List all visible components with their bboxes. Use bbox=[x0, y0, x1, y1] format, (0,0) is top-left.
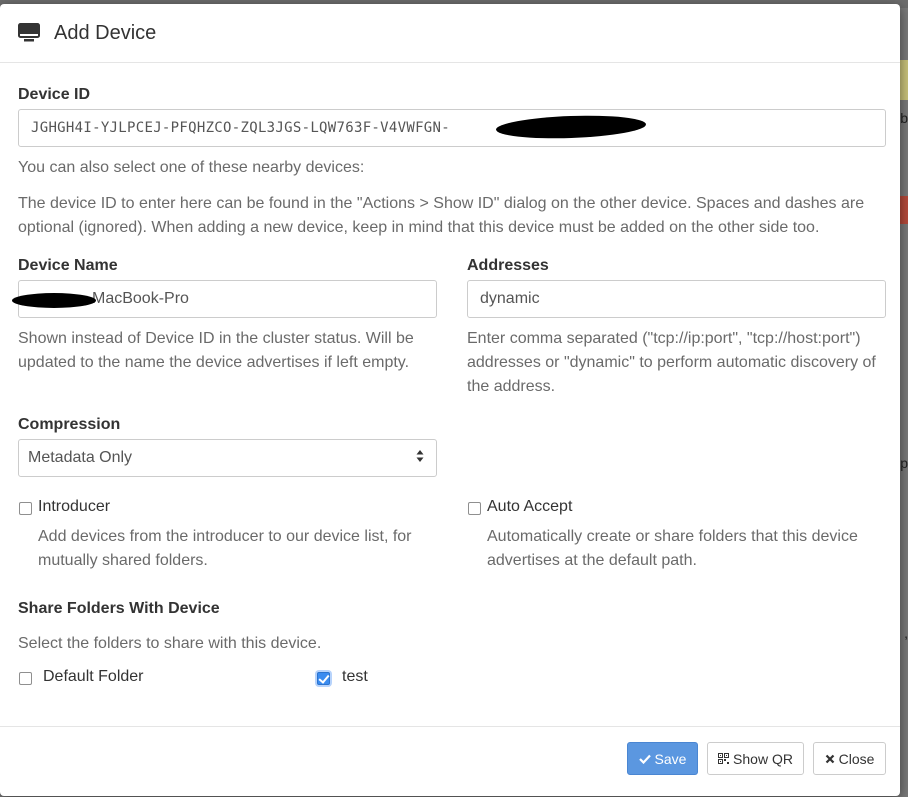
redaction-mark bbox=[12, 293, 96, 308]
addresses-input[interactable]: dynamic bbox=[467, 280, 886, 318]
compression-select[interactable]: Metadata Only bbox=[18, 439, 437, 477]
close-button[interactable]: Close bbox=[813, 742, 886, 775]
save-button-label: Save bbox=[654, 750, 687, 767]
monitor-icon bbox=[18, 23, 40, 43]
add-device-modal: Add Device Device ID JGHGH4I-YJLPCEJ-PFQ… bbox=[0, 4, 900, 796]
addresses-help: Enter comma separated ("tcp://ip:port", … bbox=[467, 330, 876, 395]
modal-footer: Save Show QR Close bbox=[0, 726, 900, 796]
device-name-help: Shown instead of Device ID in the cluste… bbox=[18, 330, 414, 371]
qr-icon bbox=[718, 751, 730, 767]
share-folders-heading: Share Folders With Device bbox=[18, 600, 220, 617]
addresses-label: Addresses bbox=[467, 257, 549, 274]
folder-label-default-folder: Default Folder bbox=[43, 668, 144, 685]
introducer-checkbox[interactable] bbox=[19, 502, 32, 515]
show-qr-button[interactable]: Show QR bbox=[707, 742, 804, 775]
folder-checkbox-default-folder[interactable] bbox=[19, 672, 32, 685]
select-caret-icon bbox=[416, 449, 424, 468]
backdrop-char: p bbox=[900, 455, 908, 471]
addresses-value: dynamic bbox=[480, 290, 540, 307]
compression-label: Compression bbox=[18, 416, 121, 433]
introducer-label: Introducer bbox=[38, 498, 111, 515]
auto-accept-help: Automatically create or share folders th… bbox=[487, 528, 858, 569]
modal-header: Add Device bbox=[0, 4, 900, 63]
device-id-label: Device ID bbox=[18, 86, 91, 103]
device-name-value: MacBook-Pro bbox=[92, 290, 189, 307]
device-name-label: Device Name bbox=[18, 257, 118, 274]
save-button[interactable]: Save bbox=[627, 742, 698, 775]
folder-checkbox-test[interactable] bbox=[317, 672, 330, 685]
auto-accept-label: Auto Accept bbox=[487, 498, 573, 515]
nearby-devices-text: You can also select one of these nearby … bbox=[18, 159, 365, 176]
show-qr-button-label: Show QR bbox=[733, 750, 793, 767]
device-id-help: The device ID to enter here can be found… bbox=[18, 195, 865, 236]
share-folders-help: Select the folders to share with this de… bbox=[18, 635, 322, 652]
introducer-help: Add devices from the introducer to our d… bbox=[38, 528, 412, 569]
compression-selected: Metadata Only bbox=[28, 449, 133, 466]
close-button-label: Close bbox=[838, 750, 875, 767]
backdrop-yellow-strip bbox=[900, 60, 908, 100]
backdrop-red-strip bbox=[900, 196, 908, 224]
backdrop-char: , bbox=[904, 625, 908, 641]
modal-title: Add Device bbox=[54, 21, 157, 44]
device-id-input[interactable]: JGHGH4I-YJLPCEJ-PFQHZCO-ZQL3JGS-LQW763F-… bbox=[18, 109, 886, 147]
check-icon bbox=[638, 751, 651, 767]
close-icon bbox=[825, 751, 835, 767]
auto-accept-checkbox[interactable] bbox=[468, 502, 481, 515]
folder-label-test: test bbox=[342, 668, 368, 685]
backdrop-char: b bbox=[900, 110, 908, 126]
device-id-value: JGHGH4I-YJLPCEJ-PFQHZCO-ZQL3JGS-LQW763F-… bbox=[31, 120, 450, 136]
